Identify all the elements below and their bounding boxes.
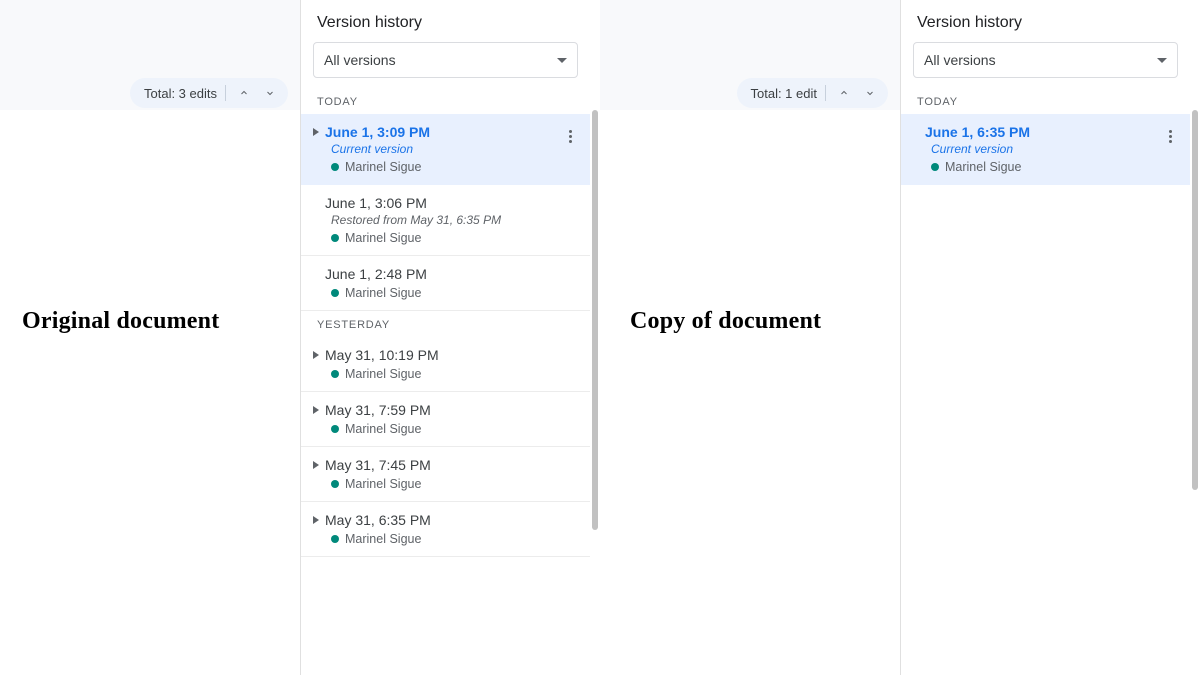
author-name: Marinel Sigue bbox=[345, 286, 421, 300]
next-edit-button[interactable] bbox=[860, 83, 880, 103]
right-version-history-panel: Version history All versions TODAYJune 1… bbox=[900, 0, 1190, 675]
author-dot-icon bbox=[331, 289, 339, 297]
version-entry[interactable]: June 1, 2:48 PM Marinel Sigue bbox=[301, 256, 590, 311]
next-edit-button[interactable] bbox=[260, 83, 280, 103]
author-dot-icon bbox=[331, 370, 339, 378]
author-name: Marinel Sigue bbox=[345, 422, 421, 436]
panel-title: Version history bbox=[901, 0, 1190, 42]
version-timestamp: June 1, 3:06 PM bbox=[325, 195, 427, 211]
right-caption: Copy of document bbox=[630, 308, 821, 335]
left-edit-count-pill: Total: 3 edits bbox=[130, 78, 288, 108]
version-author: Marinel Sigue bbox=[331, 160, 578, 174]
version-filter-label: All versions bbox=[324, 52, 396, 68]
version-timestamp: June 1, 3:09 PM bbox=[325, 124, 430, 140]
prev-edit-button[interactable] bbox=[834, 83, 854, 103]
right-version-list: TODAY June 1, 6:35 PM Current version Marin… bbox=[901, 88, 1190, 675]
version-author: Marinel Sigue bbox=[931, 160, 1178, 174]
author-dot-icon bbox=[331, 480, 339, 488]
left-scrollbar[interactable] bbox=[592, 0, 598, 675]
version-author: Marinel Sigue bbox=[331, 286, 578, 300]
version-author: Marinel Sigue bbox=[331, 367, 578, 381]
author-name: Marinel Sigue bbox=[945, 160, 1021, 174]
version-timestamp: June 1, 2:48 PM bbox=[325, 266, 427, 282]
author-name: Marinel Sigue bbox=[345, 367, 421, 381]
version-author: Marinel Sigue bbox=[331, 532, 578, 546]
divider bbox=[825, 85, 826, 101]
author-dot-icon bbox=[331, 425, 339, 433]
version-author: Marinel Sigue bbox=[331, 231, 578, 245]
right-edit-count-label: Total: 1 edit bbox=[751, 86, 818, 101]
divider bbox=[225, 85, 226, 101]
left-version-history-panel: Version history All versions TODAYJune 1… bbox=[300, 0, 590, 675]
version-group-header: TODAY bbox=[901, 88, 1190, 114]
version-group-header: TODAY bbox=[301, 88, 590, 114]
version-timestamp: May 31, 10:19 PM bbox=[325, 347, 439, 363]
version-timestamp: June 1, 6:35 PM bbox=[925, 124, 1030, 140]
author-name: Marinel Sigue bbox=[345, 532, 421, 546]
version-actions-menu-button[interactable] bbox=[560, 126, 580, 146]
version-entry[interactable]: June 1, 3:06 PM Restored from May 31, 6:3… bbox=[301, 185, 590, 256]
version-entry[interactable]: June 1, 6:35 PM Current version Marinel Si… bbox=[901, 114, 1190, 185]
expand-triangle-icon[interactable] bbox=[313, 461, 319, 469]
version-author: Marinel Sigue bbox=[331, 477, 578, 491]
expand-triangle-icon[interactable] bbox=[313, 516, 319, 524]
expand-triangle-icon[interactable] bbox=[313, 406, 319, 414]
version-filter-dropdown[interactable]: All versions bbox=[913, 42, 1178, 78]
version-timestamp: May 31, 7:59 PM bbox=[325, 402, 431, 418]
author-dot-icon bbox=[331, 535, 339, 543]
panel-title: Version history bbox=[301, 0, 590, 42]
version-timestamp: May 31, 7:45 PM bbox=[325, 457, 431, 473]
expand-triangle-icon[interactable] bbox=[313, 128, 319, 136]
version-entry[interactable]: May 31, 6:35 PM Marinel Sigue bbox=[301, 502, 590, 557]
expand-triangle-icon[interactable] bbox=[313, 351, 319, 359]
left-edit-count-label: Total: 3 edits bbox=[144, 86, 217, 101]
version-subtitle: Restored from May 31, 6:35 PM bbox=[331, 213, 578, 227]
scrollbar-thumb[interactable] bbox=[592, 110, 598, 530]
scrollbar-thumb[interactable] bbox=[1192, 110, 1198, 490]
author-dot-icon bbox=[931, 163, 939, 171]
version-entry[interactable]: June 1, 3:09 PM Current version Marinel Si… bbox=[301, 114, 590, 185]
right-scrollbar[interactable] bbox=[1192, 0, 1198, 675]
version-author: Marinel Sigue bbox=[331, 422, 578, 436]
version-group-header: YESTERDAY bbox=[301, 311, 590, 337]
author-dot-icon bbox=[331, 234, 339, 242]
author-name: Marinel Sigue bbox=[345, 160, 421, 174]
chevron-down-icon bbox=[264, 87, 276, 99]
caret-down-icon bbox=[557, 58, 567, 63]
right-edit-count-pill: Total: 1 edit bbox=[737, 78, 889, 108]
version-filter-dropdown[interactable]: All versions bbox=[313, 42, 578, 78]
author-dot-icon bbox=[331, 163, 339, 171]
version-actions-menu-button[interactable] bbox=[1160, 126, 1180, 146]
version-entry[interactable]: May 31, 7:45 PM Marinel Sigue bbox=[301, 447, 590, 502]
version-subtitle: Current version bbox=[331, 142, 578, 156]
version-entry[interactable]: May 31, 7:59 PM Marinel Sigue bbox=[301, 392, 590, 447]
chevron-down-icon bbox=[864, 87, 876, 99]
left-caption: Original document bbox=[22, 308, 219, 335]
chevron-up-icon bbox=[238, 87, 250, 99]
version-filter-label: All versions bbox=[924, 52, 996, 68]
version-entry[interactable]: May 31, 10:19 PM Marinel Sigue bbox=[301, 337, 590, 392]
chevron-up-icon bbox=[838, 87, 850, 99]
author-name: Marinel Sigue bbox=[345, 477, 421, 491]
version-timestamp: May 31, 6:35 PM bbox=[325, 512, 431, 528]
prev-edit-button[interactable] bbox=[234, 83, 254, 103]
author-name: Marinel Sigue bbox=[345, 231, 421, 245]
left-version-list: TODAY June 1, 3:09 PM Current version Marin… bbox=[301, 88, 590, 675]
caret-down-icon bbox=[1157, 58, 1167, 63]
version-subtitle: Current version bbox=[931, 142, 1178, 156]
